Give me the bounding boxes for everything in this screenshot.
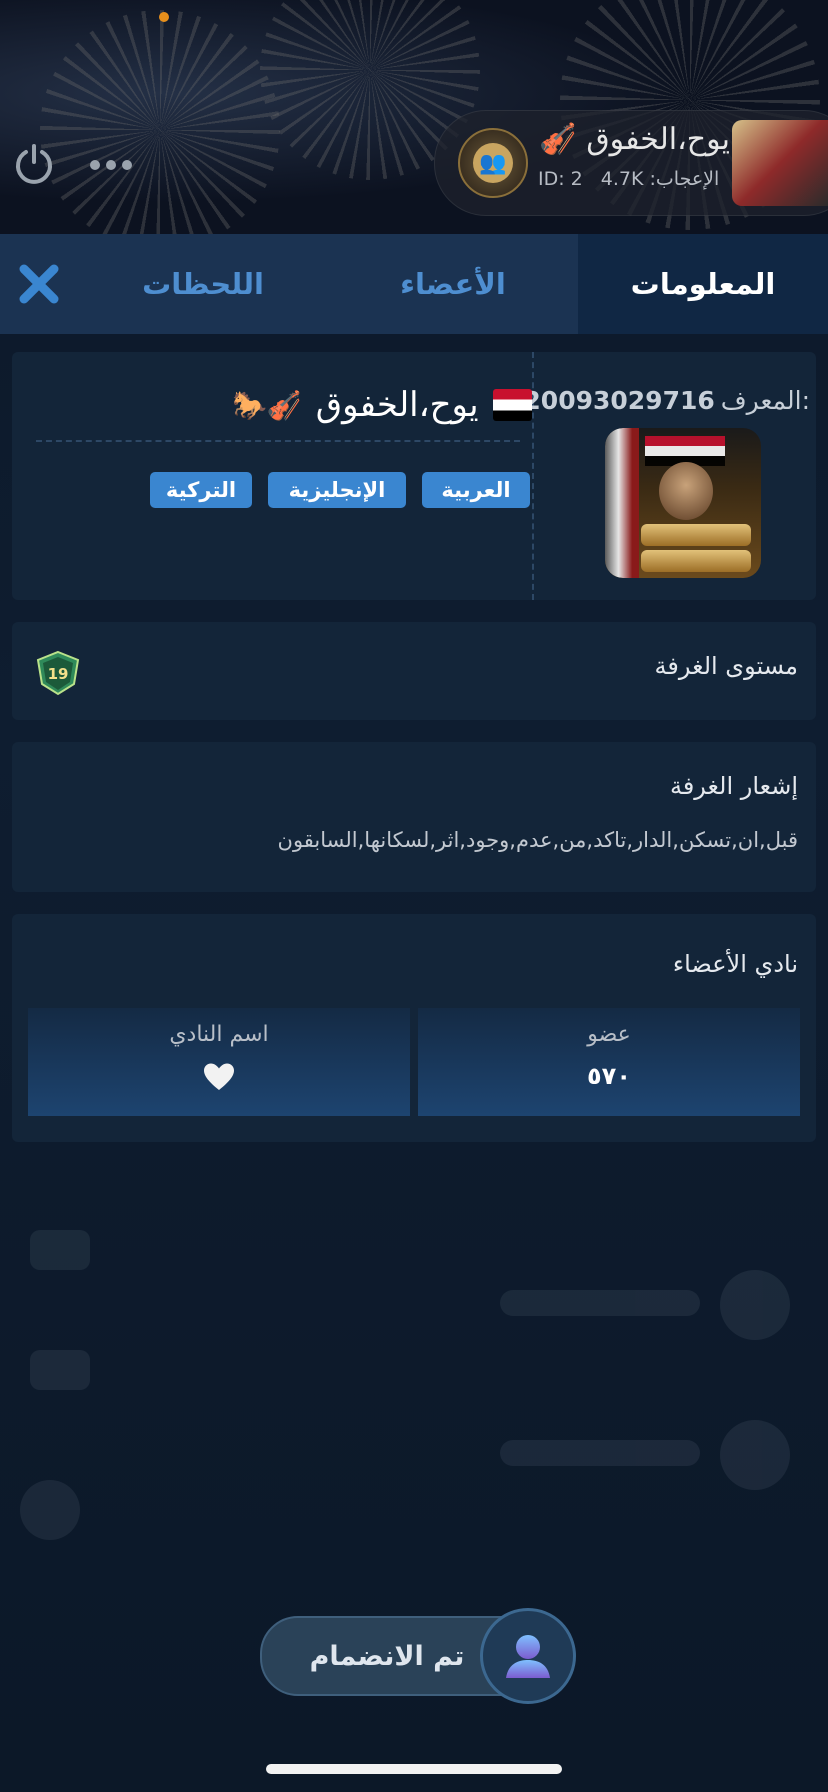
- room-header: 👥 يوح،الخفوق 🎻🐎 ID: 2 الإعجاب: 4.7K: [0, 0, 828, 234]
- member-club-title: نادي الأعضاء: [672, 950, 798, 978]
- language-tags: العربية الإنجليزية التركية: [146, 472, 530, 510]
- home-indicator[interactable]: [266, 1764, 562, 1774]
- more-icon[interactable]: [90, 158, 134, 172]
- room-notice-title: إشعار الغرفة: [669, 772, 798, 800]
- yemen-flag-icon: [492, 389, 532, 421]
- status-dot: [159, 12, 169, 22]
- divider: [36, 440, 520, 442]
- background-overlay: [0, 1150, 828, 1610]
- room-id-label: المعرف:: [720, 385, 810, 415]
- tab-moments[interactable]: اللحظات: [78, 234, 328, 334]
- group-icon: 👥: [473, 143, 513, 183]
- room-id-row: المعرف: 20093029716: [523, 380, 810, 420]
- room-name-emoji: 🎻🐎: [232, 388, 302, 422]
- fireworks-decoration: [40, 10, 280, 234]
- club-name-label: اسم النادي: [169, 1022, 269, 1047]
- user-icon: [506, 1635, 550, 1678]
- level-badge-icon: 19: [36, 650, 80, 696]
- header-likes: الإعجاب: 4.7K: [600, 168, 720, 190]
- room-members-avatar[interactable]: 👥: [458, 128, 528, 198]
- tab-members[interactable]: الأعضاء: [328, 234, 578, 334]
- club-member-value: ٥٧٠: [587, 1062, 631, 1090]
- language-tag-english: الإنجليزية: [268, 472, 406, 508]
- header-room-stats: ID: 2 الإعجاب: 4.7K: [538, 168, 738, 196]
- club-name-cell[interactable]: اسم النادي: [28, 1008, 410, 1116]
- language-tag-turkish: التركية: [150, 472, 252, 508]
- heart-icon: [204, 1063, 234, 1090]
- user-avatar[interactable]: [480, 1608, 576, 1704]
- header-id: ID: 2: [538, 168, 583, 190]
- club-member-label: عضو: [587, 1022, 631, 1047]
- room-cover-image: [605, 428, 761, 578]
- level-value: 19: [48, 665, 69, 683]
- close-button[interactable]: [0, 234, 78, 334]
- room-name-row: يوح،الخفوق 🎻🐎: [232, 378, 532, 432]
- power-icon[interactable]: [12, 142, 56, 186]
- header-room-name: يوح،الخفوق 🎻🐎: [540, 122, 730, 157]
- joined-label: تم الانضمام: [309, 1640, 465, 1672]
- room-level-title: مستوى الغرفة: [654, 652, 798, 680]
- tab-info[interactable]: المعلومات: [578, 234, 828, 334]
- header-room-thumbnail: [732, 120, 828, 206]
- room-name: يوح،الخفوق: [315, 385, 479, 425]
- room-level-panel: مستوى الغرفة 19: [12, 622, 816, 720]
- room-info-screen: 👥 يوح،الخفوق 🎻🐎 ID: 2 الإعجاب: 4.7K المع…: [0, 0, 828, 1792]
- close-icon: [19, 264, 59, 304]
- club-member-count-cell[interactable]: عضو ٥٧٠: [418, 1008, 800, 1116]
- room-info-panel: المعرف: 20093029716 يوح،الخفوق 🎻🐎 العربي: [12, 352, 816, 600]
- room-id-value: 20093029716: [523, 385, 715, 415]
- tab-bar: المعلومات الأعضاء اللحظات: [0, 234, 828, 334]
- member-club-panel: نادي الأعضاء عضو ٥٧٠ اسم النادي: [12, 914, 816, 1142]
- room-notice-panel: إشعار الغرفة قبل,ان,تسكن,الدار,تاكد,من,ع…: [12, 742, 816, 892]
- room-notice-text: قبل,ان,تسكن,الدار,تاكد,من,عدم,وجود,اثر,ل…: [277, 828, 798, 852]
- language-tag-arabic: العربية: [422, 472, 530, 508]
